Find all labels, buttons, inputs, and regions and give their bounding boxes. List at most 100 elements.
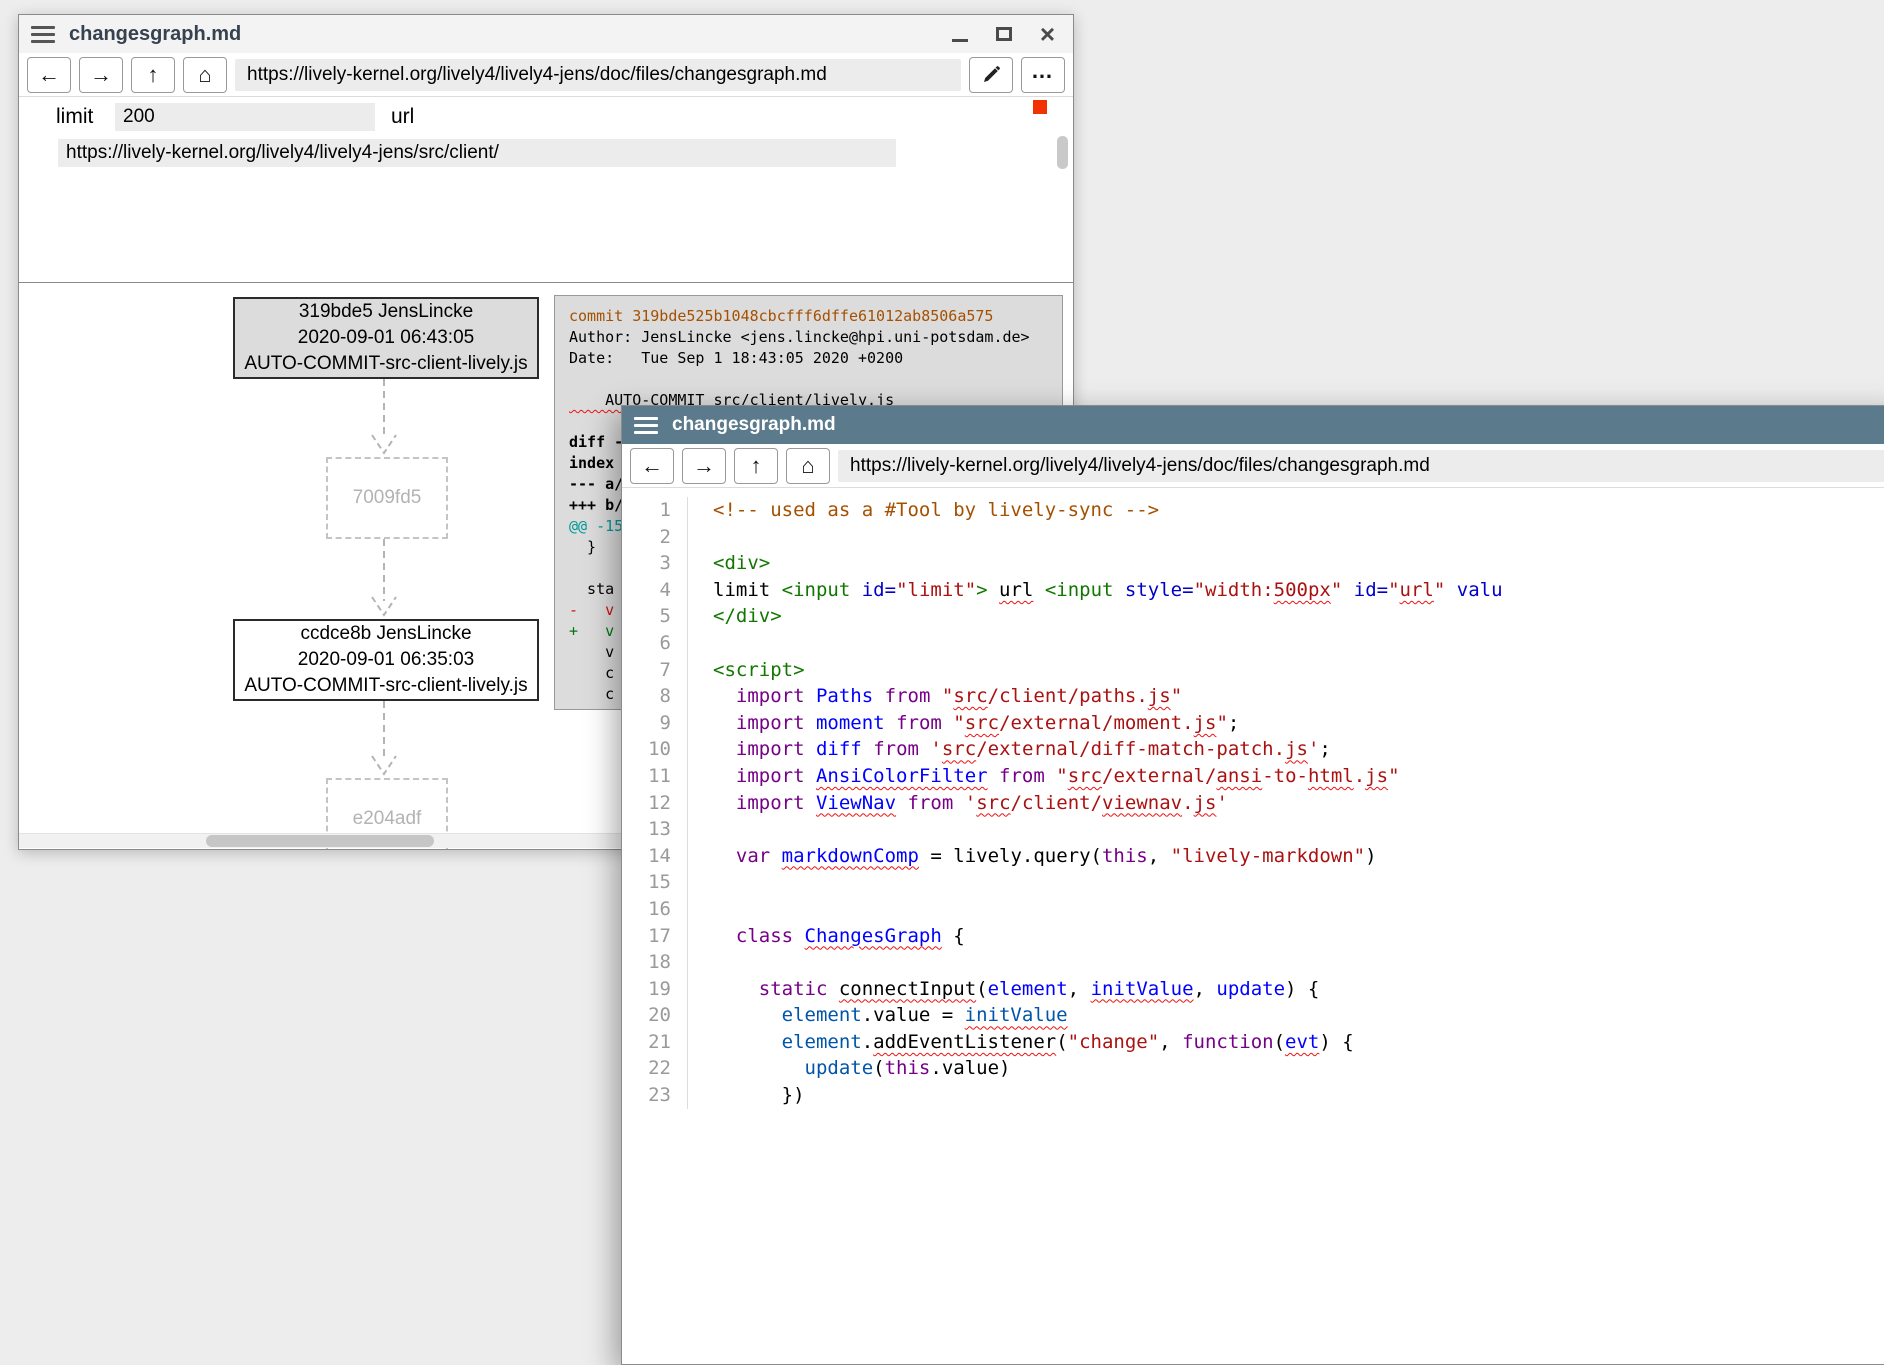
limit-label: limit — [56, 105, 93, 129]
line-number: 22 — [622, 1055, 688, 1082]
commit-node-selected[interactable]: 319bde5 JensLincke 2020-09-01 06:43:05 A… — [233, 297, 539, 379]
up-button[interactable]: ↑ — [734, 448, 778, 484]
graph-arrow-icon — [366, 701, 402, 778]
url-input[interactable] — [235, 59, 961, 91]
commit-node-line: 2020-09-01 06:35:03 — [298, 647, 474, 673]
line-number: 7 — [622, 657, 688, 684]
line-number: 13 — [622, 816, 688, 843]
window-title: changesgraph.md — [69, 23, 241, 46]
commit-node-line: 7009fd5 — [353, 485, 422, 511]
line-number: 19 — [622, 976, 688, 1003]
commit-node-line: AUTO-COMMIT-src-client-lively.js — [244, 351, 527, 377]
front-titlebar[interactable]: changesgraph.md — [622, 406, 1884, 444]
ellipsis-icon: … — [1031, 58, 1055, 84]
line-number: 2 — [622, 524, 688, 551]
code-line[interactable]: 2 — [622, 524, 1884, 551]
commit-node-line: 2020-09-01 06:43:05 — [298, 325, 474, 351]
line-number: 8 — [622, 683, 688, 710]
line-number: 5 — [622, 603, 688, 630]
code-line[interactable]: 20 element.value = initValue — [622, 1002, 1884, 1029]
code-editor[interactable]: 1<!-- used as a #Tool by lively-sync -->… — [622, 488, 1884, 1364]
code-line[interactable]: 8 import Paths from "src/client/paths.js… — [622, 683, 1884, 710]
commit-node[interactable]: ccdce8b JensLincke 2020-09-01 06:35:03 A… — [233, 619, 539, 701]
line-number: 9 — [622, 710, 688, 737]
code-line[interactable]: 11 import AnsiColorFilter from "src/exte… — [622, 763, 1884, 790]
code-line[interactable]: 22 update(this.value) — [622, 1055, 1884, 1082]
commit-node-line: 319bde5 JensLincke — [299, 299, 473, 325]
home-button[interactable]: ⌂ — [786, 448, 830, 484]
code-line[interactable]: 1<!-- used as a #Tool by lively-sync --> — [622, 497, 1884, 524]
url-label: url — [391, 105, 414, 129]
home-button[interactable]: ⌂ — [183, 57, 227, 93]
code-line[interactable]: 18 — [622, 949, 1884, 976]
window-changesgraph-front: changesgraph.md ← → ↑ ⌂ 1<!-- used as a … — [621, 405, 1884, 1365]
more-button[interactable]: … — [1021, 57, 1065, 93]
close-icon[interactable]: × — [1040, 21, 1055, 47]
line-number: 10 — [622, 736, 688, 763]
maximize-icon[interactable] — [996, 27, 1012, 41]
code-line[interactable]: 23 }) — [622, 1082, 1884, 1109]
back-button[interactable]: ← — [630, 448, 674, 484]
commit-node-line: e204adf — [353, 806, 422, 832]
code-area[interactable]: 1<!-- used as a #Tool by lively-sync -->… — [622, 497, 1884, 1109]
line-number: 3 — [622, 550, 688, 577]
code-line[interactable]: 19 static connectInput(element, initValu… — [622, 976, 1884, 1003]
line-number: 14 — [622, 843, 688, 870]
line-number: 12 — [622, 790, 688, 817]
line-number: 23 — [622, 1082, 688, 1109]
code-line[interactable]: 9 import moment from "src/external/momen… — [622, 710, 1884, 737]
line-number: 15 — [622, 869, 688, 896]
up-button[interactable]: ↑ — [131, 57, 175, 93]
commit-node-line: AUTO-COMMIT-src-client-lively.js — [244, 673, 527, 699]
titlebar[interactable]: changesgraph.md × — [19, 15, 1073, 53]
navigation-bar: ← → ↑ ⌂ … — [19, 53, 1073, 97]
commit-detail-line — [569, 369, 1048, 390]
code-line[interactable]: 16 — [622, 896, 1884, 923]
code-line[interactable]: 5</div> — [622, 603, 1884, 630]
code-line[interactable]: 10 import diff from 'src/external/diff-m… — [622, 736, 1884, 763]
horizontal-scrollbar-thumb[interactable] — [206, 835, 434, 847]
commit-detail-line: commit 319bde525b1048cbcfff6dffe61012ab8… — [569, 306, 1048, 327]
commit-node-ghost[interactable]: 7009fd5 — [326, 457, 448, 539]
code-line[interactable]: 13 — [622, 816, 1884, 843]
graph-arrow-icon — [366, 539, 402, 619]
commit-node-line: ccdce8b JensLincke — [300, 621, 471, 647]
line-number: 18 — [622, 949, 688, 976]
code-line[interactable]: 12 import ViewNav from 'src/client/viewn… — [622, 790, 1884, 817]
line-number: 16 — [622, 896, 688, 923]
line-number: 6 — [622, 630, 688, 657]
url-input[interactable] — [838, 450, 1884, 482]
forward-button[interactable]: → — [79, 57, 123, 93]
line-number: 17 — [622, 923, 688, 950]
code-line[interactable]: 4limit <input id="limit"> url <input sty… — [622, 577, 1884, 604]
commit-detail-line: Author: JensLincke <jens.lincke@hpi.uni-… — [569, 327, 1048, 348]
vertical-scrollbar-thumb[interactable] — [1057, 136, 1068, 169]
code-line[interactable]: 14 var markdownComp = lively.query(this,… — [622, 843, 1884, 870]
commit-detail-line: Date: Tue Sep 1 18:43:05 2020 +0200 — [569, 348, 1048, 369]
graph-arrow-icon — [366, 379, 402, 457]
line-number: 1 — [622, 497, 688, 524]
pencil-icon — [982, 66, 1000, 84]
line-number: 21 — [622, 1029, 688, 1056]
minimize-icon[interactable] — [952, 39, 968, 42]
window-title: changesgraph.md — [672, 414, 836, 436]
code-line[interactable]: 7<script> — [622, 657, 1884, 684]
code-line[interactable]: 17 class ChangesGraph { — [622, 923, 1884, 950]
line-number: 11 — [622, 763, 688, 790]
graph-url-input[interactable] — [58, 139, 896, 167]
error-indicator — [1033, 100, 1047, 114]
code-line[interactable]: 15 — [622, 869, 1884, 896]
markdown-form-area: limit url — [19, 97, 1073, 282]
code-line[interactable]: 21 element.addEventListener("change", fu… — [622, 1029, 1884, 1056]
menu-icon[interactable] — [31, 26, 55, 43]
menu-icon[interactable] — [634, 417, 658, 434]
back-button[interactable]: ← — [27, 57, 71, 93]
code-line[interactable]: 6 — [622, 630, 1884, 657]
line-number: 20 — [622, 1002, 688, 1029]
edit-button[interactable] — [969, 57, 1013, 93]
forward-button[interactable]: → — [682, 448, 726, 484]
code-line[interactable]: 3<div> — [622, 550, 1884, 577]
line-number: 4 — [622, 577, 688, 604]
limit-input[interactable] — [115, 103, 375, 131]
navigation-bar: ← → ↑ ⌂ — [622, 444, 1884, 488]
